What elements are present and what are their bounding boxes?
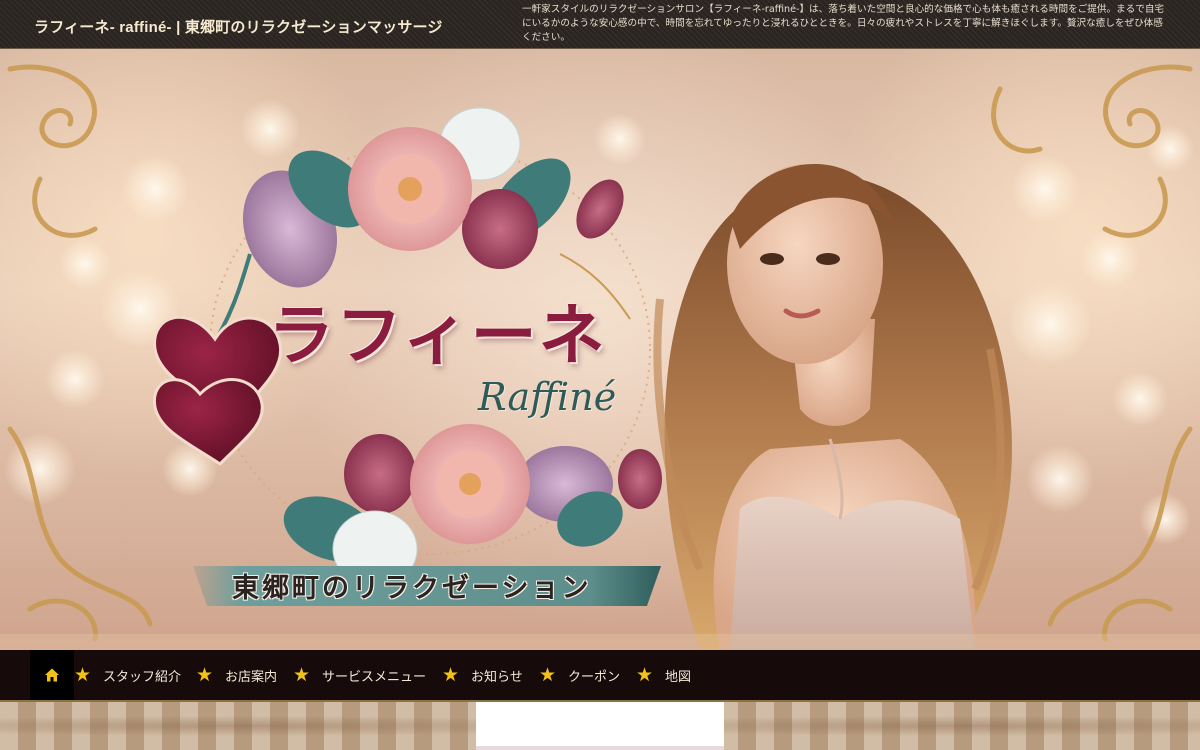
site-title[interactable]: ラフィーネ- raffiné- | 東郷町のリラクゼーションマッサージ <box>34 16 443 37</box>
heart-logo-mark <box>153 315 283 466</box>
home-button[interactable] <box>30 650 74 700</box>
hero-banner: ラフィーネ Raffiné <box>0 49 1200 650</box>
nav-item-staff[interactable]: ★ スタッフ紹介 <box>74 650 181 700</box>
logo-latin: Raffiné <box>478 375 617 419</box>
star-icon: ★ <box>636 663 654 686</box>
nav-item-service-menu[interactable]: ★ サービスメニュー <box>293 650 426 700</box>
bottom-flower-cluster <box>283 424 662 588</box>
star-icon: ★ <box>293 663 311 686</box>
nav-item-news[interactable]: ★ お知らせ <box>442 650 523 700</box>
star-icon: ★ <box>196 663 214 686</box>
hero-tagline: 東郷町のリラクゼーション <box>232 573 592 604</box>
nav-item-label: お知らせ <box>471 669 523 685</box>
star-icon: ★ <box>539 663 557 686</box>
site-description: 一軒家スタイルのリラクゼーションサロン【ラフィーネ-raffiné-】は、落ち着… <box>522 4 1165 43</box>
main-navigation: ★ スタッフ紹介 ★ お店案内 ★ サービスメニュー ★ お知らせ ★ クーポン… <box>0 650 1200 702</box>
nav-item-map[interactable]: ★ 地図 <box>636 650 691 700</box>
woman-portrait <box>653 164 1012 649</box>
main-content-area <box>476 702 724 750</box>
star-icon: ★ <box>74 663 92 686</box>
content-image-edge <box>476 746 724 750</box>
nav-item-label: お店案内 <box>225 669 278 685</box>
nav-item-shop-info[interactable]: ★ お店案内 <box>196 650 277 700</box>
star-icon: ★ <box>442 663 460 686</box>
logo-kana: ラフィーネ <box>268 296 607 374</box>
nav-item-label: スタッフ紹介 <box>103 669 182 685</box>
nav-item-label: 地図 <box>665 669 692 685</box>
home-icon <box>45 668 59 682</box>
nav-item-label: サービスメニュー <box>322 669 427 685</box>
site-header: ラフィーネ- raffiné- | 東郷町のリラクゼーションマッサージ 一軒家ス… <box>0 0 1200 49</box>
nav-item-coupon[interactable]: ★ クーポン <box>539 650 620 700</box>
nav-item-label: クーポン <box>568 669 621 685</box>
